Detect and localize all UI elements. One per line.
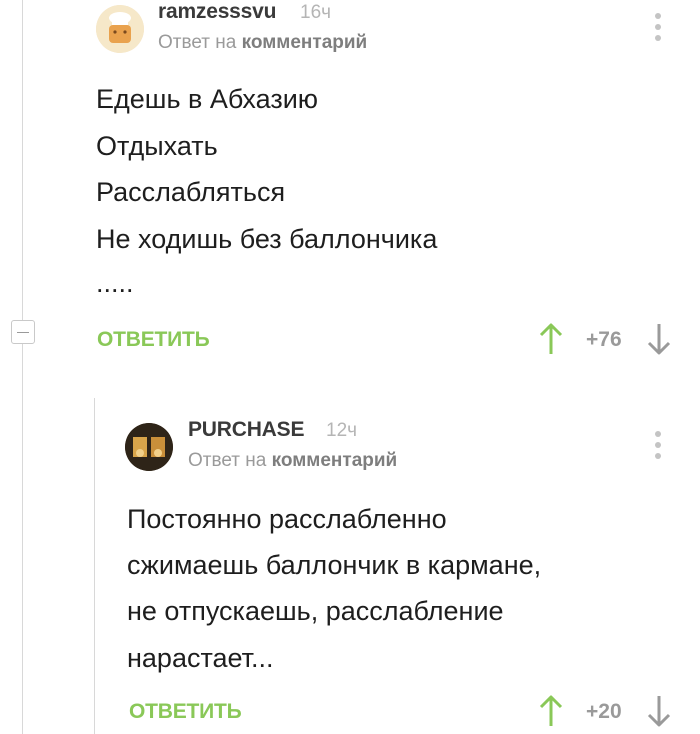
reply-to-prefix: Ответ на	[188, 450, 267, 471]
reply-to-text: Ответ на комментарий	[188, 450, 397, 472]
reply-to-prefix: Ответ на	[158, 32, 237, 53]
comment-text-line: .....	[96, 268, 134, 298]
reply-to-link[interactable]: комментарий	[242, 32, 368, 53]
username[interactable]: PURCHASE	[188, 418, 304, 442]
downvote-arrow-icon[interactable]	[645, 322, 673, 356]
comment-text-line: сжимаешь баллончик в кармане,	[127, 550, 542, 580]
game-avatar-icon	[125, 423, 173, 471]
comment-text-line: Едешь в Абхазию	[96, 84, 319, 114]
reply-button[interactable]: ОТВЕТИТЬ	[129, 700, 242, 724]
chef-avatar-icon	[96, 5, 144, 53]
rating-value: +20	[586, 700, 622, 723]
reply-button[interactable]: ОТВЕТИТЬ	[97, 328, 210, 352]
timestamp: 16ч	[300, 2, 332, 23]
comment-text-line: Постоянно расслабленно	[127, 504, 447, 534]
upvote-arrow-icon[interactable]	[537, 694, 565, 728]
reply-to-link[interactable]: комментарий	[272, 450, 398, 471]
comment-text-line: Отдыхать	[96, 131, 218, 161]
comment-text-line: Не ходишь без баллончика	[96, 224, 438, 254]
thread-line-outer	[22, 0, 23, 320]
more-options-icon[interactable]	[655, 431, 661, 464]
more-options-icon[interactable]	[655, 13, 661, 46]
avatar[interactable]	[96, 5, 144, 53]
thread-line-nested	[94, 398, 95, 734]
timestamp: 12ч	[326, 420, 358, 441]
username[interactable]: ramzesssvu	[158, 0, 276, 24]
comment-text-line: нарастает...	[127, 643, 274, 673]
reply-to-text: Ответ на комментарий	[158, 32, 367, 54]
downvote-arrow-icon[interactable]	[645, 694, 673, 728]
thread-line-outer-bottom	[22, 344, 23, 734]
collapse-thread-button[interactable]	[11, 320, 35, 344]
comment-text-line: Расслабляться	[96, 177, 286, 207]
upvote-arrow-icon[interactable]	[537, 322, 565, 356]
rating-value: +76	[586, 328, 622, 351]
comment-text-line: не отпускаешь, расслабление	[127, 596, 504, 626]
avatar[interactable]	[125, 423, 173, 471]
